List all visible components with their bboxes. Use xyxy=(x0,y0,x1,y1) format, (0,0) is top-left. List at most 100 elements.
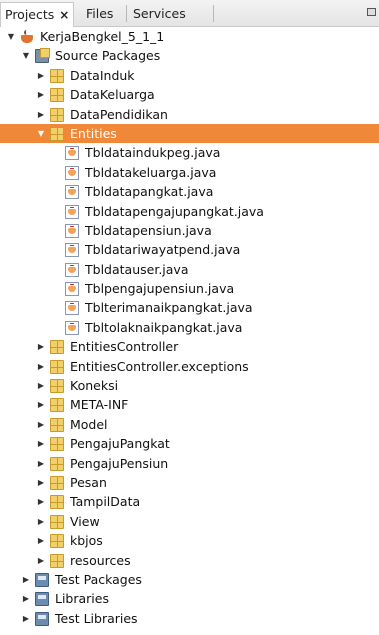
tree-row-label: DataKeluarga xyxy=(70,87,155,103)
tree-row[interactable]: Tbltolaknaikpangkat.java xyxy=(0,318,379,337)
tree-row[interactable]: ▶ DataPendidikan xyxy=(0,105,379,124)
tree-row[interactable]: ▶ Pesan xyxy=(0,473,379,492)
tree-row[interactable]: ▶ PengajuPensiun xyxy=(0,454,379,473)
tab-projects[interactable]: Projects × xyxy=(0,2,75,27)
tree-row[interactable]: ▶ Test Packages xyxy=(0,570,379,589)
collapsed-arrow-icon[interactable]: ▶ xyxy=(36,105,46,124)
tree-row-label: KerjaBengkel_5_1_1 xyxy=(40,29,165,44)
collapsed-arrow-icon[interactable]: ▶ xyxy=(21,570,31,589)
expanded-arrow-icon[interactable]: ▼ xyxy=(6,27,16,46)
minimize-window-icon[interactable] xyxy=(367,8,376,16)
package-icon xyxy=(50,456,64,471)
collapsed-arrow-icon[interactable]: ▶ xyxy=(36,473,46,492)
tree-row[interactable]: ▶ EntitiesController.exceptions xyxy=(0,357,379,376)
collapsed-arrow-icon[interactable]: ▶ xyxy=(36,454,46,473)
tree-row-label: View xyxy=(70,513,100,529)
tree-row[interactable]: ▶ View xyxy=(0,512,379,531)
tree-row-label: Source Packages xyxy=(55,48,161,64)
java-file-icon xyxy=(65,301,79,316)
tab-services-label: Services xyxy=(133,6,186,21)
tree-row-label: Tbldatapensiun.java xyxy=(85,222,212,238)
tree-row-label: Tbltolaknaikpangkat.java xyxy=(85,319,243,335)
library-folder-icon xyxy=(35,592,49,607)
tree-row[interactable]: Tbldatapangkat.java xyxy=(0,182,379,201)
collapsed-arrow-icon[interactable]: ▶ xyxy=(36,357,46,376)
tree-row[interactable]: ▶ META-INF xyxy=(0,395,379,414)
tree-row[interactable]: ▶ Libraries xyxy=(0,589,379,608)
tree-row[interactable]: Tblterimanaikpangkat.java xyxy=(0,298,379,317)
tree-row-label: Pesan xyxy=(70,474,107,490)
tab-files-label: Files xyxy=(86,6,114,21)
tree-row[interactable]: ▼ KerjaBengkel_5_1_1 xyxy=(0,27,379,46)
tab-divider xyxy=(126,5,127,22)
package-icon xyxy=(50,495,64,510)
tree-row[interactable]: Tbldatakeluarga.java xyxy=(0,163,379,182)
tree-row-label: DataInduk xyxy=(70,67,135,83)
tree-row[interactable]: ▶ DataInduk xyxy=(0,66,379,85)
tree-row-label: Test Packages xyxy=(55,571,142,587)
expanded-arrow-icon[interactable]: ▼ xyxy=(36,124,46,143)
tree-row[interactable]: ▶ DataKeluarga xyxy=(0,85,379,104)
tree-row-label: Tbldatariwayatpend.java xyxy=(85,242,241,258)
collapsed-arrow-icon[interactable]: ▶ xyxy=(36,376,46,395)
close-icon[interactable]: × xyxy=(59,8,69,22)
package-icon xyxy=(50,514,64,529)
tree-row[interactable]: ▼ Entities xyxy=(0,123,379,144)
tree-row[interactable]: Tbldatauser.java xyxy=(0,260,379,279)
tree-row[interactable]: Tbldataindukpeg.java xyxy=(0,143,379,162)
package-icon xyxy=(50,359,64,374)
package-icon xyxy=(50,398,64,413)
tree-row-label: EntitiesController xyxy=(70,339,179,355)
collapsed-arrow-icon[interactable]: ▶ xyxy=(36,337,46,356)
package-icon xyxy=(50,417,64,432)
tab-divider xyxy=(213,5,214,22)
tree-row-label: META-INF xyxy=(70,397,129,413)
collapsed-arrow-icon[interactable]: ▶ xyxy=(36,66,46,85)
tree-row-label: PengajuPensiun xyxy=(70,455,169,471)
java-file-icon xyxy=(65,204,79,219)
package-icon xyxy=(50,88,64,103)
collapsed-arrow-icon[interactable]: ▶ xyxy=(36,492,46,511)
tree-row-label: Tbldatapengajupangkat.java xyxy=(85,203,264,219)
tree-row-label: Model xyxy=(70,416,108,432)
tab-projects-label: Projects xyxy=(5,7,55,22)
tree-row[interactable]: ▶ PengajuPangkat xyxy=(0,434,379,453)
tree-row[interactable]: ▶ TampilData xyxy=(0,492,379,511)
tree-row[interactable]: ▶ kbjos xyxy=(0,531,379,550)
tree-row-label: EntitiesController.exceptions xyxy=(70,358,249,374)
java-file-icon xyxy=(65,165,79,180)
collapsed-arrow-icon[interactable]: ▶ xyxy=(36,395,46,414)
tree-row[interactable]: ▶ Koneksi xyxy=(0,376,379,395)
collapsed-arrow-icon[interactable]: ▶ xyxy=(36,512,46,531)
tree-row[interactable]: Tblpengajupensiun.java xyxy=(0,279,379,298)
tree-row[interactable]: Tbldatariwayatpend.java xyxy=(0,240,379,259)
source-packages-icon xyxy=(35,48,50,64)
tab-services[interactable]: Services xyxy=(129,2,190,25)
tree-row-label: Tbldatakeluarga.java xyxy=(85,164,217,180)
tree-row[interactable]: ▶ Model xyxy=(0,415,379,434)
collapsed-arrow-icon[interactable]: ▶ xyxy=(21,609,31,628)
collapsed-arrow-icon[interactable]: ▶ xyxy=(36,531,46,550)
collapsed-arrow-icon[interactable]: ▶ xyxy=(36,434,46,453)
tree-row[interactable]: ▶ EntitiesController xyxy=(0,337,379,356)
tree-row[interactable]: Tbldatapensiun.java xyxy=(0,221,379,240)
tree-row-label: PengajuPangkat xyxy=(70,436,170,452)
collapsed-arrow-icon[interactable]: ▶ xyxy=(36,85,46,104)
tree-row[interactable]: ▶ resources xyxy=(0,551,379,570)
library-folder-icon xyxy=(35,611,49,626)
java-file-icon xyxy=(65,320,79,335)
collapsed-arrow-icon[interactable]: ▶ xyxy=(36,551,46,570)
expanded-arrow-icon[interactable]: ▼ xyxy=(21,46,31,65)
package-icon xyxy=(50,340,64,355)
tree-row-label: Test Libraries xyxy=(55,610,138,626)
tree-row-label: Entities xyxy=(70,125,117,141)
tab-files[interactable]: Files xyxy=(82,2,117,25)
tree-row-label: Libraries xyxy=(55,591,109,607)
library-folder-icon xyxy=(35,572,49,587)
collapsed-arrow-icon[interactable]: ▶ xyxy=(36,415,46,434)
tree-row[interactable]: ▶ Test Libraries xyxy=(0,609,379,628)
tree-row[interactable]: Tbldatapengajupangkat.java xyxy=(0,202,379,221)
tree-row[interactable]: ▼ Source Packages xyxy=(0,46,379,65)
collapsed-arrow-icon[interactable]: ▶ xyxy=(21,589,31,608)
tree-row-label: Tbldatauser.java xyxy=(85,261,189,277)
